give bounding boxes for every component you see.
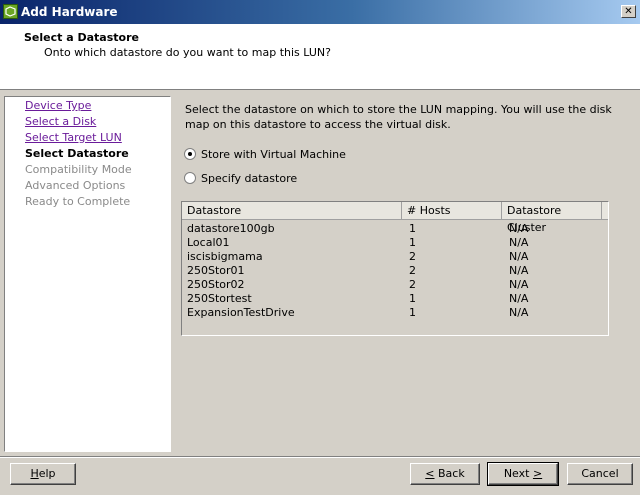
step-device-type[interactable]: Device Type bbox=[25, 98, 91, 114]
help-label-post: elp bbox=[38, 467, 56, 480]
close-icon[interactable]: ✕ bbox=[621, 5, 636, 18]
back-label-key: < bbox=[425, 467, 435, 480]
table-header: Datastore # Hosts Datastore Cluster bbox=[182, 202, 608, 234]
page-subtitle: Onto which datastore do you want to map … bbox=[44, 46, 331, 59]
cell-datastore: Local01 bbox=[187, 236, 230, 249]
cell-hosts: 1 bbox=[409, 236, 416, 249]
table-row[interactable]: 250Stor01 2 N/A bbox=[182, 264, 608, 278]
table-row[interactable]: ExpansionTestDrive 1 N/A bbox=[182, 306, 608, 320]
table-row[interactable]: datastore100gb 1 N/A bbox=[182, 222, 608, 236]
step-ready-to-complete: Ready to Complete bbox=[25, 195, 131, 208]
window-title: Add Hardware bbox=[21, 5, 118, 19]
option-label[interactable]: Specify datastore bbox=[201, 171, 297, 187]
cell-datastore: 250Stortest bbox=[187, 292, 252, 305]
vsphere-app-icon bbox=[3, 4, 18, 19]
column-header-datastore[interactable]: Datastore bbox=[182, 202, 402, 219]
cell-datastore: ExpansionTestDrive bbox=[187, 306, 295, 319]
cell-cluster: N/A bbox=[509, 278, 529, 291]
cell-hosts: 2 bbox=[409, 250, 416, 263]
footer-divider bbox=[0, 456, 640, 458]
step-select-datastore: Select Datastore bbox=[25, 147, 129, 160]
cell-hosts: 1 bbox=[409, 306, 416, 319]
cell-hosts: 1 bbox=[409, 292, 416, 305]
cancel-label: Cancel bbox=[581, 467, 619, 480]
cell-hosts: 2 bbox=[409, 278, 416, 291]
cell-datastore: 250Stor02 bbox=[187, 278, 245, 291]
option-label[interactable]: Store with Virtual Machine bbox=[201, 147, 346, 163]
wizard-header: Select a Datastore Onto which datastore … bbox=[0, 24, 640, 90]
next-label-key: > bbox=[532, 467, 543, 480]
page-title: Select a Datastore bbox=[24, 31, 139, 44]
back-button[interactable]: < Back bbox=[410, 463, 480, 485]
cell-cluster: N/A bbox=[509, 222, 529, 235]
cell-cluster: N/A bbox=[509, 236, 529, 249]
cell-datastore: 250Stor01 bbox=[187, 264, 245, 277]
title-bar: Add Hardware ✕ bbox=[0, 0, 640, 24]
cell-cluster: N/A bbox=[509, 250, 529, 263]
cell-hosts: 2 bbox=[409, 264, 416, 277]
table-row[interactable]: iscisbigmama 2 N/A bbox=[182, 250, 608, 264]
column-header-hosts[interactable]: # Hosts bbox=[402, 202, 502, 219]
cell-datastore: datastore100gb bbox=[187, 222, 275, 235]
next-label-pre: Next bbox=[503, 467, 533, 480]
table-row[interactable]: 250Stor02 2 N/A bbox=[182, 278, 608, 292]
cell-cluster: N/A bbox=[509, 306, 529, 319]
cell-cluster: N/A bbox=[509, 264, 529, 277]
step-advanced-options: Advanced Options bbox=[25, 179, 126, 192]
step-select-target-lun[interactable]: Select Target LUN bbox=[25, 130, 122, 146]
step-select-disk[interactable]: Select a Disk bbox=[25, 114, 96, 130]
back-label-post: Back bbox=[434, 467, 465, 480]
help-button[interactable]: Help bbox=[10, 463, 76, 485]
radio-specify-datastore[interactable] bbox=[184, 172, 196, 184]
datastore-table: Datastore # Hosts Datastore Cluster data… bbox=[181, 201, 609, 336]
table-row[interactable]: Local01 1 N/A bbox=[182, 236, 608, 250]
instructions-text: Select the datastore on which to store t… bbox=[185, 103, 612, 131]
radio-store-with-vm[interactable] bbox=[184, 148, 196, 160]
table-row[interactable]: 250Stortest 1 N/A bbox=[182, 292, 608, 306]
step-compatibility-mode: Compatibility Mode bbox=[25, 163, 132, 176]
help-label-key: H bbox=[30, 467, 39, 480]
next-button[interactable]: Next > bbox=[487, 462, 559, 486]
wizard-steps-panel: Device Type Select a Disk Select Target … bbox=[4, 96, 171, 452]
column-header-cluster[interactable]: Datastore Cluster bbox=[502, 202, 602, 234]
cell-hosts: 1 bbox=[409, 222, 416, 235]
cancel-button[interactable]: Cancel bbox=[567, 463, 633, 485]
cell-datastore: iscisbigmama bbox=[187, 250, 263, 263]
cell-cluster: N/A bbox=[509, 292, 529, 305]
